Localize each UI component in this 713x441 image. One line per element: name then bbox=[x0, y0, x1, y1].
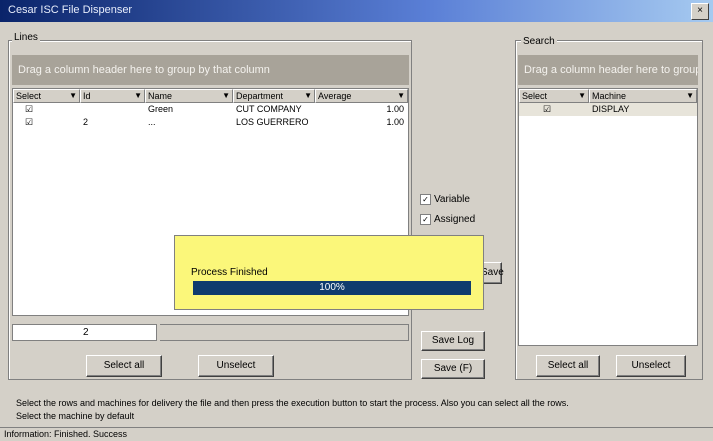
search-unselect-button[interactable]: Unselect bbox=[616, 355, 686, 377]
chevron-down-icon[interactable]: ▼ bbox=[304, 90, 312, 102]
save-f-button[interactable]: Save (F) bbox=[421, 359, 485, 379]
search-select-all-button[interactable]: Select all bbox=[536, 355, 600, 377]
title-bar: Cesar ISC File Dispenser × bbox=[0, 0, 713, 22]
search-group-label: Search bbox=[521, 36, 557, 47]
col-average[interactable]: Average ▼ bbox=[315, 89, 408, 103]
chevron-down-icon[interactable]: ▼ bbox=[686, 90, 694, 102]
table-row[interactable]: ☑ 2 ... LOS GUERRERO 1.00 bbox=[13, 116, 408, 129]
close-button[interactable]: × bbox=[691, 3, 709, 20]
chevron-down-icon[interactable]: ▼ bbox=[222, 90, 230, 102]
save-log-button[interactable]: Save Log bbox=[421, 331, 485, 351]
progress-bar: 100% bbox=[193, 281, 471, 295]
row-checkbox[interactable]: ☑ bbox=[519, 103, 589, 116]
instructions-line-1: Select the rows and machines for deliver… bbox=[16, 398, 569, 408]
col-department[interactable]: Department ▼ bbox=[233, 89, 315, 103]
lines-table-header: Select ▼ Id ▼ Name ▼ Department ▼ Average ▼ bbox=[13, 89, 408, 103]
search-group-by-header: Drag a column header here to group bbox=[518, 55, 698, 85]
chevron-down-icon[interactable]: ▼ bbox=[69, 90, 77, 102]
col-machine[interactable]: Machine ▼ bbox=[589, 89, 697, 103]
col-select[interactable]: Select ▼ bbox=[519, 89, 589, 103]
window-title: Cesar ISC File Dispenser bbox=[8, 4, 133, 16]
checkmark-icon: ✓ bbox=[420, 194, 431, 205]
lines-group-by-header: Drag a column header here to group by th… bbox=[12, 55, 409, 85]
table-row[interactable]: ☑ DISPLAY bbox=[519, 103, 697, 116]
col-select[interactable]: Select ▼ bbox=[13, 89, 80, 103]
col-id[interactable]: Id ▼ bbox=[80, 89, 145, 103]
row-checkbox[interactable]: ☑ bbox=[13, 103, 80, 116]
instructions-line-2: Select the machine by default bbox=[16, 411, 135, 421]
chevron-down-icon[interactable]: ▼ bbox=[397, 90, 405, 102]
col-name[interactable]: Name ▼ bbox=[145, 89, 233, 103]
select-all-button[interactable]: Select all bbox=[86, 355, 162, 377]
progress-track: 100% bbox=[193, 281, 471, 295]
search-table-header: Select ▼ Machine ▼ bbox=[519, 89, 697, 103]
status-bar: Information: Finished. Success bbox=[0, 427, 713, 441]
variable-checkbox[interactable]: ✓ Variable bbox=[420, 194, 470, 205]
close-icon: × bbox=[697, 5, 703, 16]
chevron-down-icon[interactable]: ▼ bbox=[578, 90, 586, 102]
chevron-down-icon[interactable]: ▼ bbox=[134, 90, 142, 102]
lines-group-label: Lines bbox=[12, 32, 40, 43]
unselect-button[interactable]: Unselect bbox=[198, 355, 274, 377]
search-table: Select ▼ Machine ▼ ☑ DISPLAY bbox=[518, 88, 698, 346]
footer-cell bbox=[160, 324, 409, 341]
count-field[interactable]: 2 bbox=[12, 324, 157, 341]
progress-popup: Process Finished 100% bbox=[174, 235, 484, 310]
checkmark-icon: ✓ bbox=[420, 214, 431, 225]
row-checkbox[interactable]: ☑ bbox=[13, 116, 80, 129]
status-text: Information: Finished. Success bbox=[4, 429, 128, 439]
assigned-checkbox[interactable]: ✓ Assigned bbox=[420, 214, 475, 225]
progress-label: Process Finished bbox=[191, 267, 268, 278]
table-row[interactable]: ☑ Green CUT COMPANY 1.00 bbox=[13, 103, 408, 116]
